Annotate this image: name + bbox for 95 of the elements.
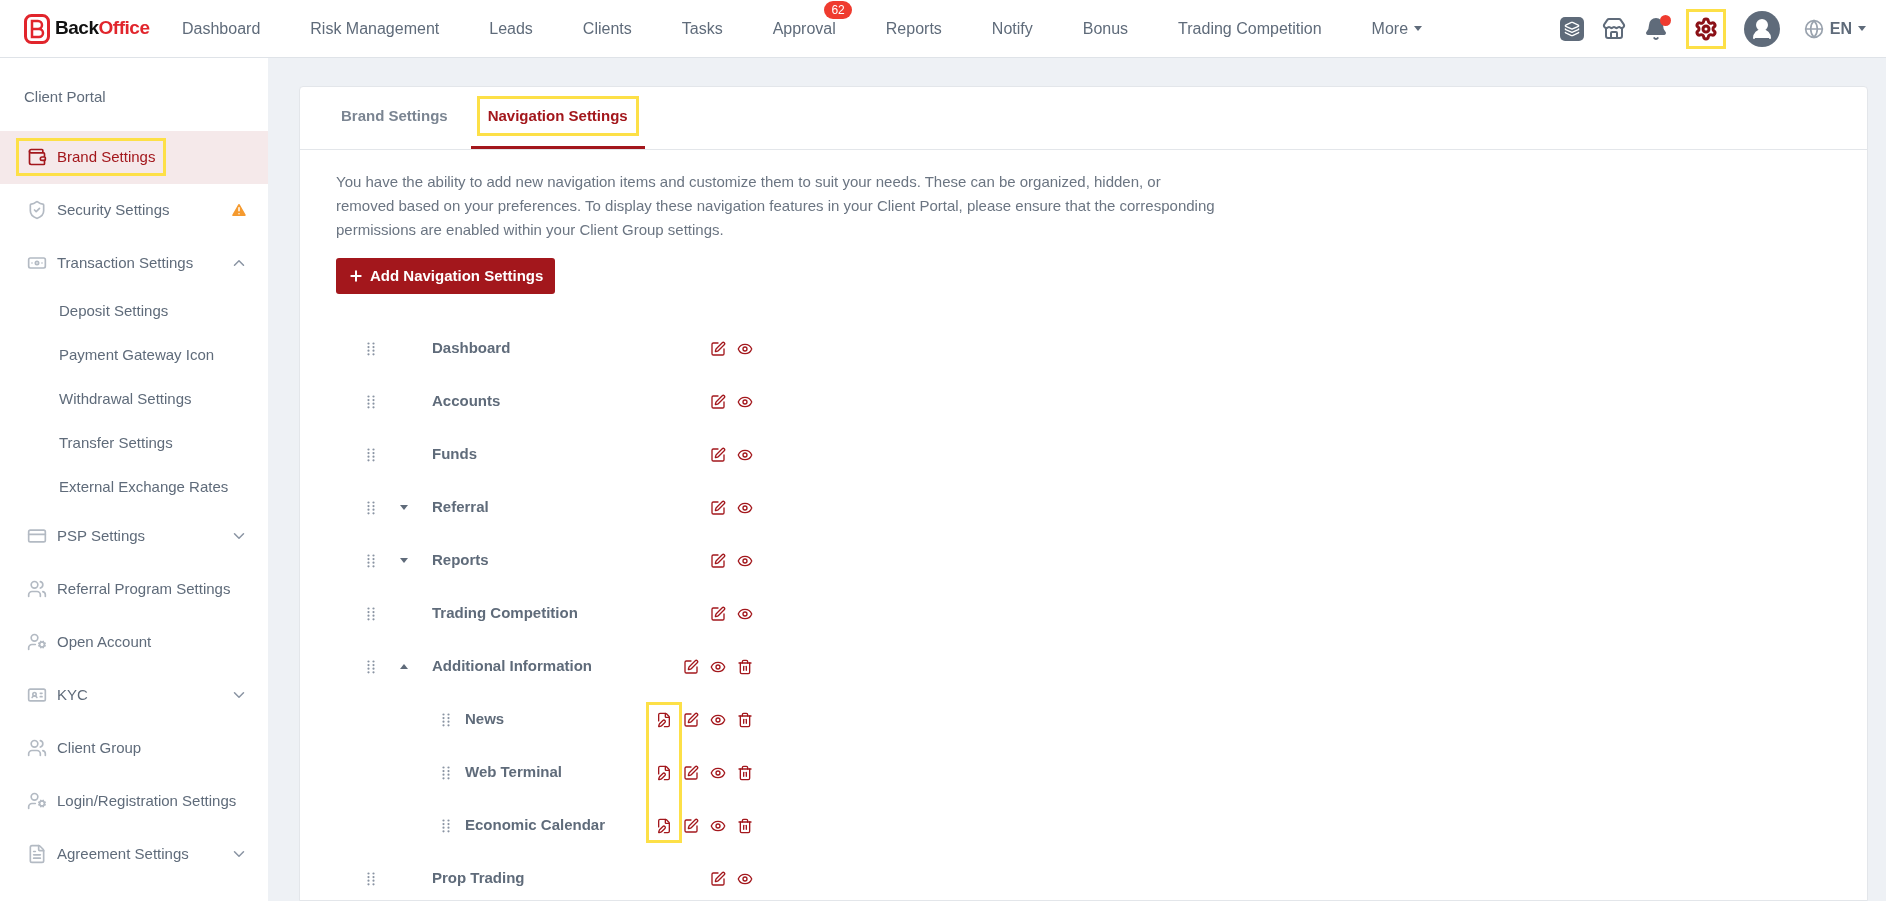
note-edit-icon[interactable] [655, 816, 673, 835]
trash-icon[interactable] [736, 763, 754, 782]
edit-icon[interactable] [682, 763, 700, 782]
drag-handle-icon[interactable] [442, 818, 450, 833]
shield-icon [27, 200, 47, 220]
drag-handle-icon[interactable] [367, 500, 375, 515]
edit-icon[interactable] [682, 816, 700, 835]
edit-icon[interactable] [709, 339, 727, 358]
user-gear-icon [27, 791, 47, 811]
note-edit-icon[interactable] [655, 710, 673, 729]
sidebar-item[interactable]: Referral Program Settings [0, 562, 268, 616]
sidebar-subitem[interactable]: Transfer Settings [0, 421, 268, 466]
edit-icon[interactable] [709, 445, 727, 464]
nav-item-label: Reports [432, 550, 490, 571]
settings-icon[interactable] [1685, 8, 1726, 49]
users-icon [27, 738, 47, 758]
drag-handle-icon[interactable] [367, 447, 375, 462]
settings-tab[interactable]: Brand Settings [324, 86, 465, 149]
drag-handle-icon[interactable] [367, 606, 375, 621]
nav-item-label: News [465, 709, 506, 730]
note-edit-icon[interactable] [655, 763, 673, 782]
add-navigation-button[interactable]: Add Navigation Settings [336, 258, 556, 294]
store-icon[interactable] [1601, 16, 1626, 41]
edit-icon[interactable] [709, 869, 727, 888]
nav-item-label: Accounts [432, 391, 502, 412]
document-icon [27, 844, 47, 864]
top-nav-link[interactable]: Trading Competition [1178, 16, 1322, 41]
nav-item-label: Additional Information [432, 656, 593, 677]
drag-handle-icon[interactable] [367, 659, 375, 674]
language-selector[interactable]: EN [1803, 16, 1866, 41]
edit-icon[interactable] [709, 392, 727, 411]
caret-up-icon[interactable] [399, 664, 408, 669]
top-nav-link[interactable]: Approval [772, 16, 836, 41]
drag-handle-icon[interactable] [367, 394, 375, 409]
nav-item-label: Prop Trading [432, 868, 526, 889]
sidebar-item[interactable]: Login/Registration Settings [0, 774, 268, 828]
top-nav-link[interactable]: Risk Management [310, 16, 440, 41]
edit-icon[interactable] [709, 604, 727, 623]
nav-item-label: Web Terminal [465, 762, 563, 783]
top-nav-link[interactable]: Dashboard [182, 16, 261, 41]
drag-handle-icon[interactable] [367, 341, 375, 356]
logo-icon [24, 13, 50, 44]
top-nav-link[interactable]: Tasks [681, 16, 723, 41]
sidebar-item[interactable]: Transaction Settings [0, 236, 268, 290]
drag-handle-icon[interactable] [367, 553, 375, 568]
drag-handle-icon[interactable] [442, 765, 450, 780]
id-card-icon [27, 685, 47, 705]
edit-icon[interactable] [709, 551, 727, 570]
sidebar-item[interactable]: Agreement Settings [0, 827, 268, 881]
nav-item-label: Dashboard [432, 338, 512, 359]
nav-item-label: Referral [432, 497, 490, 518]
top-nav-link[interactable]: Reports [885, 16, 942, 41]
sidebar-item[interactable]: Brand Settings [0, 130, 268, 184]
sidebar-subitem[interactable]: External Exchange Rates [0, 465, 268, 510]
top-nav-link[interactable]: Notify [991, 16, 1033, 41]
user-gear-icon [27, 632, 47, 652]
trash-icon[interactable] [736, 657, 754, 676]
drag-handle-icon[interactable] [367, 871, 375, 886]
drag-handle-icon[interactable] [442, 712, 450, 727]
nav-item-label: Economic Calendar [465, 815, 607, 836]
wallet-icon [27, 147, 47, 167]
sidebar-subitem[interactable]: Payment Gateway Icon [0, 333, 268, 378]
sidebar-subitem[interactable]: Deposit Settings [0, 289, 268, 334]
users-icon [27, 579, 47, 599]
sidebar-item[interactable]: PSP Settings [0, 509, 268, 563]
caret-down-icon[interactable] [1414, 26, 1423, 31]
plus-icon [348, 268, 364, 284]
layers-icon[interactable] [1559, 16, 1584, 41]
sidebar-item[interactable]: Security Settings [0, 183, 268, 237]
caret-down-icon[interactable] [399, 558, 408, 563]
edit-icon[interactable] [682, 710, 700, 729]
logo-wordmark: BackOffice [55, 16, 150, 41]
caret-down-icon[interactable] [1858, 26, 1866, 31]
avatar-icon[interactable] [1743, 10, 1780, 47]
count-badge: 62 [824, 0, 852, 19]
sidebar-item[interactable]: Open Account [0, 615, 268, 669]
sidebar-item[interactable]: KYC [0, 668, 268, 722]
top-nav-link[interactable]: Clients [582, 16, 632, 41]
card-icon [27, 526, 47, 546]
edit-icon[interactable] [682, 657, 700, 676]
sidebar-item[interactable]: Client Group [0, 721, 268, 775]
top-nav-link[interactable]: More [1371, 16, 1423, 41]
nav-item-label: Trading Competition [432, 603, 579, 624]
notification-icon[interactable] [1643, 16, 1668, 41]
edit-icon[interactable] [709, 498, 727, 517]
trash-icon[interactable] [736, 710, 754, 729]
trash-icon[interactable] [736, 816, 754, 835]
globe-icon [1803, 18, 1824, 39]
caret-down-icon[interactable] [399, 505, 408, 510]
nav-item-label: Funds [432, 444, 478, 465]
description-text: You have the ability to add new navigation items and customize them to suit your needs. These can be organized, hidden, or removed based on your preferences. To display these navigation features in your Client Portal, please ensure that the corresponding permissions are enabled within your Client Group settings. [336, 172, 1216, 240]
top-nav-link[interactable]: Bonus [1082, 16, 1129, 41]
sidebar-heading: Client Portal [23, 87, 107, 107]
top-nav-link[interactable]: Leads [489, 16, 533, 41]
sidebar-subitem[interactable]: Withdrawal Settings [0, 377, 268, 422]
